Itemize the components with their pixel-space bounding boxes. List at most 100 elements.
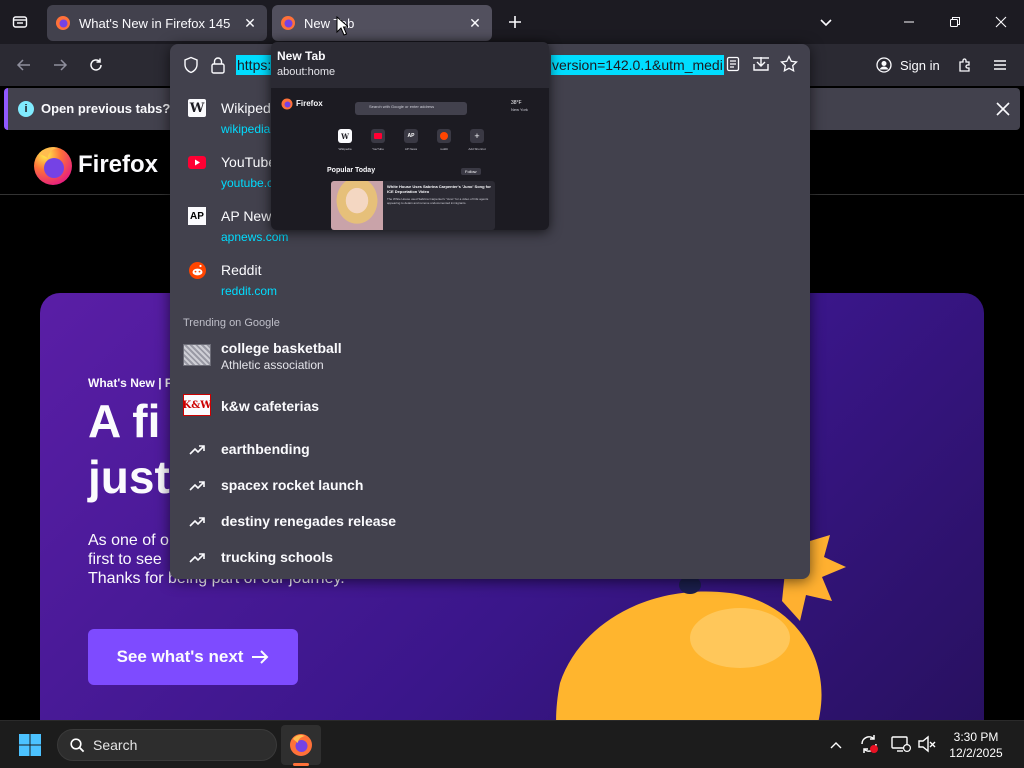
sign-in-label: Sign in (900, 57, 940, 73)
firefox-logo[interactable]: Firefox (32, 144, 158, 186)
trending-icon (188, 512, 206, 530)
suggestion-url: apnews.com (221, 230, 289, 244)
suggestion-title: YouTube (221, 154, 277, 170)
hero-headline: A fi just (88, 393, 170, 505)
youtube-icon (188, 153, 206, 171)
tab-close-icon[interactable]: ✕ (466, 14, 484, 32)
lock-icon[interactable] (210, 56, 226, 74)
taskbar-firefox-button[interactable] (281, 725, 321, 765)
network-tray-icon[interactable] (890, 733, 912, 755)
infobar-close-button[interactable] (992, 98, 1014, 120)
sign-in-button[interactable]: Sign in (866, 50, 944, 80)
restore-button[interactable] (932, 0, 978, 44)
clock[interactable]: 3:30 PM 12/2/2025 (946, 729, 1006, 761)
account-icon (876, 57, 892, 73)
mini-shortcut-label: AP News (404, 147, 418, 151)
bookmark-star-icon[interactable] (780, 55, 798, 73)
trending-item[interactable]: college basketball Athletic association (170, 338, 810, 376)
trending-item[interactable]: K&W k&w cafeterias (170, 390, 810, 422)
mini-search-placeholder: Search with Google or enter address (369, 104, 435, 109)
trending-title: k&w cafeterias (221, 398, 320, 414)
sync-tray-icon[interactable] (858, 733, 880, 755)
firefox-logo-icon (281, 98, 293, 110)
forward-button[interactable] (46, 51, 74, 79)
search-icon (70, 738, 85, 753)
hamburger-menu-icon (994, 60, 1006, 70)
trending-title: college basketball (221, 340, 342, 356)
shield-icon[interactable] (182, 56, 200, 74)
firefox-view-button[interactable] (8, 10, 32, 34)
new-tab-button[interactable] (503, 10, 527, 34)
mini-shortcut-icon (437, 129, 451, 143)
trending-item[interactable]: earthbending (170, 434, 810, 464)
taskbar-search-box[interactable]: Search (57, 729, 277, 761)
basketball-thumbnail (183, 344, 211, 366)
trending-item[interactable]: trucking schools (170, 542, 810, 572)
minimize-button[interactable] (886, 0, 932, 44)
preview-title: New Tab (277, 49, 326, 63)
chevron-down-icon (820, 19, 832, 27)
tab-new-tab[interactable]: New Tab ✕ (272, 5, 492, 41)
firefox-taskbar-icon (290, 734, 312, 756)
mini-article-card: White House Uses Sabrina Carpenter's 'Ju… (331, 181, 495, 230)
tab-whats-new[interactable]: What's New in Firefox 145 ✕ (47, 5, 267, 41)
wikipedia-icon: W (188, 99, 206, 117)
app-menu-button[interactable] (986, 51, 1014, 79)
firefox-logo-icon (34, 147, 72, 185)
puzzle-icon (959, 58, 970, 72)
reddit-icon (188, 261, 206, 279)
mini-weather: 38°F (511, 100, 522, 106)
firefox-favicon-icon (56, 16, 70, 30)
trending-title: earthbending (221, 441, 310, 457)
trending-header: Trending on Google (183, 317, 280, 329)
suggestion-reddit[interactable]: Reddit reddit.com (170, 258, 810, 302)
mini-shortcut-label: Add Shortcut (468, 147, 486, 151)
back-button[interactable] (10, 51, 38, 79)
sync-icon (861, 735, 878, 753)
mini-shortcut-label: Wikipedia (338, 147, 352, 151)
chevron-up-icon (830, 742, 842, 749)
volume-tray-icon[interactable] (916, 733, 938, 755)
trending-subtitle: Athletic association (221, 358, 324, 372)
tab-close-icon[interactable]: ✕ (241, 14, 259, 32)
mini-search-box: Search with Google or enter address (355, 102, 467, 115)
start-button[interactable] (18, 733, 42, 757)
tab-hover-preview: New Tab about:home Firefox Search with G… (271, 42, 549, 230)
trending-icon (188, 440, 206, 458)
mini-article-body: The White House used Sabrina Carpenter's… (387, 197, 489, 205)
close-icon (996, 102, 1010, 116)
trending-item[interactable]: destiny renegades release (170, 506, 810, 536)
ap-news-icon: AP (188, 207, 206, 225)
forward-arrow-icon (54, 59, 68, 71)
save-to-pocket-icon[interactable] (752, 55, 770, 73)
show-hidden-icons-button[interactable] (826, 735, 846, 755)
back-arrow-icon (16, 59, 30, 71)
reader-view-icon[interactable] (725, 56, 741, 72)
hero-eyebrow: What's New | F (88, 376, 173, 390)
windows-taskbar: Search 3:30 PM 12/2/2025 (0, 720, 1024, 768)
clock-time: 3:30 PM (953, 730, 999, 744)
firefox-view-icon (12, 16, 28, 28)
cta-label: See what's next (116, 647, 244, 666)
search-placeholder: Search (93, 737, 138, 753)
hero-headline-line1: A fi (88, 395, 161, 447)
close-window-button[interactable] (978, 0, 1024, 44)
reload-button[interactable] (82, 51, 110, 79)
url-selected-text-end: version=142.0.1&utm_medi (551, 55, 724, 75)
arrow-right-icon (252, 650, 269, 664)
suggestion-title: AP News (221, 208, 279, 224)
extensions-button[interactable] (951, 51, 979, 79)
kw-logo-thumbnail: K&W (183, 394, 211, 416)
list-all-tabs-button[interactable] (814, 10, 838, 34)
reload-icon (90, 58, 102, 71)
network-icon (891, 736, 912, 753)
mini-shortcut-label: reddit (440, 147, 448, 151)
close-icon (995, 16, 1007, 28)
mini-article-title: White House Uses Sabrina Carpenter's 'Ju… (387, 184, 491, 194)
see-whats-next-button[interactable]: See what's next (88, 629, 298, 685)
mini-shortcut-icon: AP (404, 129, 418, 143)
trending-item[interactable]: spacex rocket launch (170, 470, 810, 500)
mini-add-shortcut-icon: + (470, 129, 484, 143)
trending-icon (188, 476, 206, 494)
windows-logo-icon (19, 734, 41, 756)
